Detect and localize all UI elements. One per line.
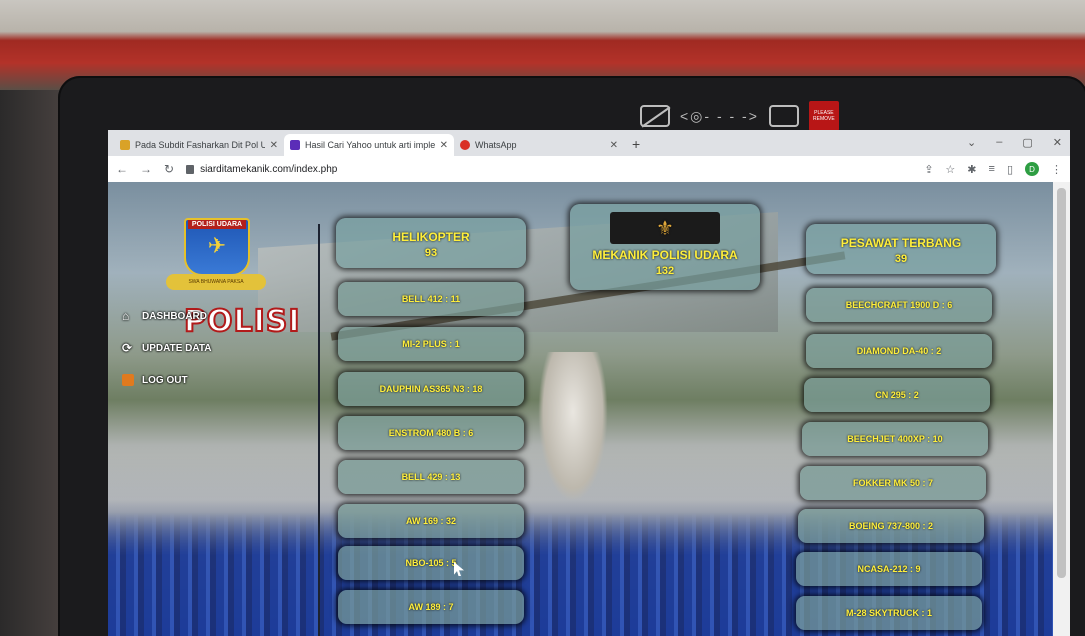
nav-label: LOG OUT bbox=[142, 374, 188, 386]
card-count: 39 bbox=[894, 253, 908, 265]
browser-tabbar: Pada Subdit Fasharkan Dit Pol U... ✕ Has… bbox=[108, 130, 1070, 156]
pesawat-summary-card[interactable]: PESAWAT TERBANG 39 bbox=[806, 224, 996, 274]
logo-ribbon: SWA BHUWANA PAKSA bbox=[166, 274, 266, 290]
extensions-icon[interactable]: ✱ bbox=[967, 163, 976, 176]
helikopter-item[interactable]: AW 169 : 32 bbox=[338, 504, 524, 538]
tab-3[interactable]: WhatsApp ✕ bbox=[454, 134, 624, 156]
camera-icon bbox=[768, 105, 799, 127]
logout-icon bbox=[122, 374, 134, 386]
close-icon[interactable]: ✕ bbox=[440, 140, 448, 151]
media-icon[interactable]: ≡ bbox=[989, 163, 995, 175]
browser-addressbar: ← → ↻ siarditamekanik.com/index.php ⇪ ☆ … bbox=[108, 156, 1070, 182]
helikopter-item[interactable]: DAUPHIN AS365 N3 : 18 bbox=[338, 372, 524, 406]
pesawat-item[interactable]: BEECHJET 400XP : 10 bbox=[802, 422, 988, 456]
card-count: 132 bbox=[655, 265, 675, 277]
page-scrollbar[interactable] bbox=[1053, 182, 1070, 636]
minimize-icon[interactable]: – bbox=[996, 136, 1002, 149]
wings-icon: ✈ bbox=[207, 233, 227, 258]
close-icon[interactable]: ✕ bbox=[270, 140, 278, 151]
star-icon[interactable]: ☆ bbox=[945, 163, 955, 176]
pesawat-item[interactable]: NCASA-212 : 9 bbox=[796, 552, 982, 586]
window-controls: ⌄ – ▢ ✕ bbox=[967, 136, 1062, 149]
police-favicon-icon bbox=[120, 140, 130, 150]
nav-label: DASHBOARD bbox=[142, 310, 207, 322]
helicopter-background bbox=[538, 352, 608, 502]
camera-off-icon bbox=[640, 105, 670, 127]
sidebar-divider bbox=[318, 224, 320, 636]
webcam-sticker: PLEASE REMOVE bbox=[808, 101, 839, 131]
helikopter-item[interactable]: MI-2 PLUS : 1 bbox=[338, 327, 524, 361]
helikopter-item[interactable]: NBO-105 : 5 bbox=[338, 546, 524, 580]
sidebar-icon[interactable]: ▯ bbox=[1007, 163, 1013, 176]
tab-1[interactable]: Pada Subdit Fasharkan Dit Pol U... ✕ bbox=[114, 134, 284, 156]
profile-avatar[interactable]: D bbox=[1025, 162, 1039, 176]
forward-icon[interactable]: → bbox=[140, 162, 152, 176]
helikopter-item[interactable]: ENSTROM 480 B : 6 bbox=[338, 416, 524, 450]
wings-emblem-icon: ⚜ bbox=[610, 212, 720, 244]
helikopter-item[interactable]: BELL 429 : 13 bbox=[338, 460, 524, 494]
refresh-icon: ⟳ bbox=[122, 341, 133, 355]
card-title: MEKANIK POLISI UDARA bbox=[592, 248, 738, 262]
url-text: siarditamekanik.com/index.php bbox=[200, 163, 338, 175]
helikopter-item[interactable]: BELL 412 : 11 bbox=[338, 282, 524, 316]
yahoo-favicon-icon bbox=[290, 140, 300, 150]
nav-label: UPDATE DATA bbox=[142, 342, 212, 354]
helikopter-item[interactable]: AW 189 : 7 bbox=[338, 590, 524, 624]
whatsapp-favicon-icon bbox=[460, 140, 470, 150]
menu-icon[interactable]: ⋮ bbox=[1051, 163, 1062, 176]
mekanik-summary-card[interactable]: ⚜ MEKANIK POLISI UDARA 132 bbox=[570, 204, 760, 290]
laptop-screen: Pada Subdit Fasharkan Dit Pol U... ✕ Has… bbox=[108, 130, 1070, 636]
pesawat-item[interactable]: DIAMOND DA-40 : 2 bbox=[806, 334, 992, 368]
lock-icon bbox=[186, 164, 195, 174]
sidebar-nav: ⌂ DASHBOARD ⟳ UPDATE DATA LOG OUT bbox=[122, 300, 211, 396]
pesawat-item[interactable]: BOEING 737-800 : 2 bbox=[798, 509, 984, 543]
nav-dashboard[interactable]: ⌂ DASHBOARD bbox=[122, 300, 211, 332]
chevron-down-icon[interactable]: ⌄ bbox=[967, 136, 976, 149]
share-icon[interactable]: ⇪ bbox=[924, 163, 933, 176]
tab-label: WhatsApp bbox=[475, 140, 517, 150]
pesawat-item[interactable]: FOKKER MK 50 : 7 bbox=[800, 466, 986, 500]
helikopter-summary-card[interactable]: HELIKOPTER 93 bbox=[336, 218, 526, 268]
nav-logout[interactable]: LOG OUT bbox=[122, 364, 211, 396]
close-icon[interactable]: ✕ bbox=[610, 140, 618, 151]
slide-arrow-icon: <◎- - - -> bbox=[680, 107, 759, 124]
pesawat-item[interactable]: BEECHCRAFT 1900 D : 6 bbox=[806, 288, 992, 322]
tab-2[interactable]: Hasil Cari Yahoo untuk arti imple... ✕ bbox=[284, 134, 454, 156]
tab-label: Pada Subdit Fasharkan Dit Pol U... bbox=[135, 140, 265, 150]
tab-label: Hasil Cari Yahoo untuk arti imple... bbox=[305, 140, 435, 150]
card-title: HELIKOPTER bbox=[392, 230, 470, 244]
maximize-icon[interactable]: ▢ bbox=[1022, 136, 1032, 149]
webcam-privacy-bar: <◎- - - -> PLEASE REMOVE bbox=[640, 100, 910, 132]
close-window-icon[interactable]: ✕ bbox=[1053, 136, 1062, 149]
web-page: POLISI UDARA ✈ SWA BHUWANA PAKSA POLISI … bbox=[108, 182, 1053, 636]
logo-text: POLISI UDARA bbox=[188, 220, 246, 229]
home-icon: ⌂ bbox=[122, 309, 130, 323]
nav-update-data[interactable]: ⟳ UPDATE DATA bbox=[122, 332, 211, 364]
reload-icon[interactable]: ↻ bbox=[164, 162, 174, 176]
polisi-udara-logo: POLISI UDARA ✈ SWA BHUWANA PAKSA bbox=[166, 218, 266, 298]
scrollbar-thumb[interactable] bbox=[1057, 188, 1066, 578]
url-field[interactable]: siarditamekanik.com/index.php bbox=[186, 164, 912, 175]
pesawat-item[interactable]: M-28 SKYTRUCK : 1 bbox=[796, 596, 982, 630]
browser-toolbar-icons: ⇪ ☆ ✱ ≡ ▯ D ⋮ bbox=[924, 162, 1062, 176]
new-tab-button[interactable]: + bbox=[632, 136, 640, 152]
card-title: PESAWAT TERBANG bbox=[840, 236, 962, 250]
card-count: 93 bbox=[424, 247, 438, 259]
pesawat-item[interactable]: CN 295 : 2 bbox=[804, 378, 990, 412]
back-icon[interactable]: ← bbox=[116, 162, 128, 176]
